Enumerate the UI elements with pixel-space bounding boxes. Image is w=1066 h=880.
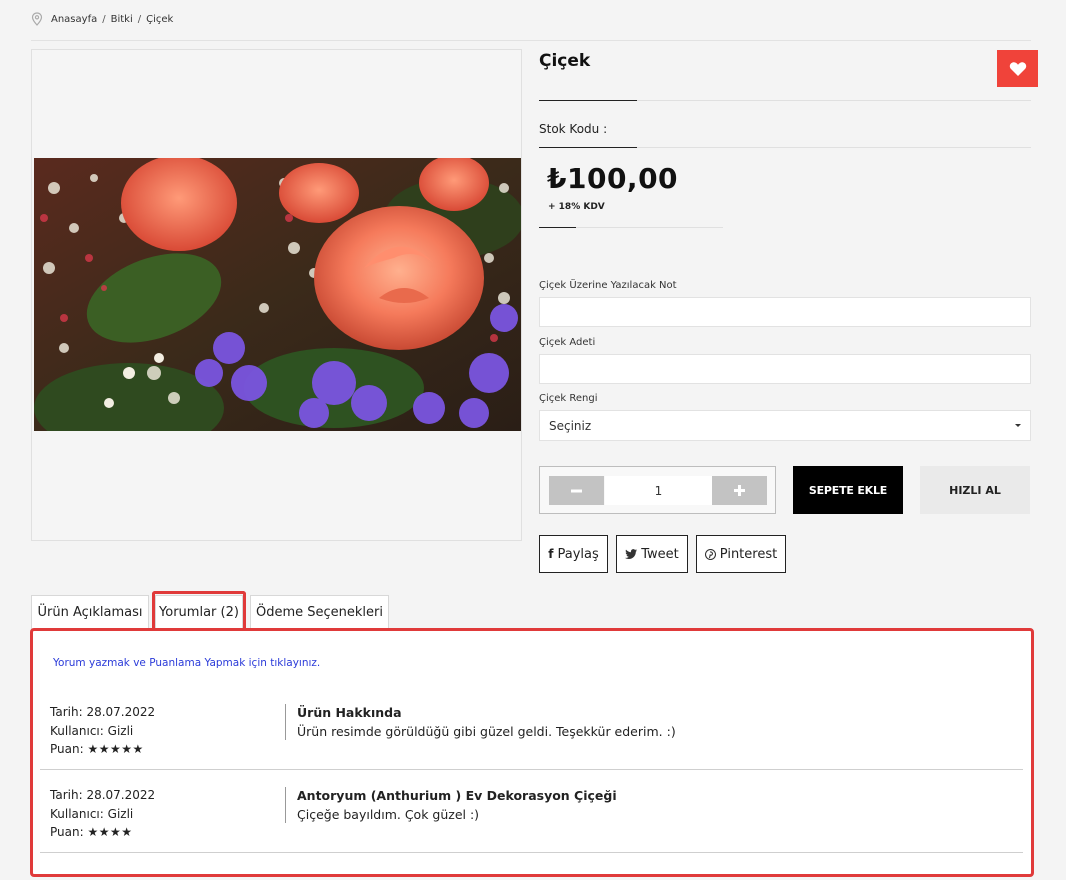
divider [539,227,576,228]
color-select[interactable]: Seçiniz [539,410,1031,441]
review-title: Antoryum (Anthurium ) Ev Dekorasyon Çiçe… [297,788,617,803]
breadcrumb-category[interactable]: Bitki [111,14,133,25]
add-to-cart-button[interactable]: SEPETE EKLE [793,466,903,514]
count-field[interactable] [539,354,1031,384]
write-review-link[interactable]: Yorum yazmak ve Puanlama Yapmak için tık… [53,657,320,669]
review-body: Antoryum (Anthurium ) Ev Dekorasyon Çiçe… [297,786,617,824]
tab-payment-options[interactable]: Ödeme Seçenekleri [250,595,389,629]
decrease-quantity-button[interactable] [549,476,604,505]
divider [637,147,1031,148]
minus-icon [571,489,582,492]
review-date-label: Tarih: [50,788,83,802]
color-select-value: Seçiniz [549,418,592,433]
review-user: Gizli [107,806,134,821]
heart-icon [1009,61,1026,76]
divider [539,147,637,148]
review-item: Tarih: 28.07.2022 Kullanıcı: Gizli Puan:… [40,784,1023,854]
twitter-share-button[interactable]: Tweet [616,535,688,573]
review-date-label: Tarih: [50,705,83,719]
review-body: Ürün Hakkında Ürün resimde görüldüğü gib… [297,703,676,741]
pinterest-icon [704,548,716,560]
twitter-share-label: Tweet [641,546,679,562]
reviews-panel: Yorum yazmak ve Puanlama Yapmak için tık… [30,628,1034,877]
twitter-icon [625,549,638,559]
pinterest-share-label: Pinterest [719,546,778,562]
divider [637,100,1031,101]
review-item: Tarih: 28.07.2022 Kullanıcı: Gizli Puan:… [40,701,1023,771]
divider [31,40,1031,41]
facebook-icon: f [548,547,554,561]
review-title: Ürün Hakkında [297,705,402,720]
review-rating-label: Puan: [50,825,84,839]
facebook-share-button[interactable]: f Paylaş [539,535,608,573]
breadcrumb: Anasayfa / Bitki / Çiçek [31,12,173,26]
review-meta: Tarih: 28.07.2022 Kullanıcı: Gizli Puan:… [50,786,155,842]
location-pin-icon [31,12,43,26]
chevron-down-icon [1015,424,1021,427]
product-title: Çiçek [539,51,591,71]
star-rating: ★★★★ [87,825,133,839]
divider [40,769,1023,770]
breadcrumb-home[interactable]: Anasayfa [51,14,97,25]
review-user: Gizli [107,723,134,738]
increase-quantity-button[interactable] [712,476,767,505]
quantity-stepper: 1 [539,466,776,514]
note-field[interactable] [539,297,1031,327]
divider [285,704,286,740]
quick-buy-button[interactable]: HIZLI AL [920,466,1030,514]
tab-product-description[interactable]: Ürün Açıklaması [31,595,149,629]
product-image[interactable] [34,158,521,431]
quantity-value[interactable]: 1 [605,476,712,505]
divider [40,852,1023,853]
star-rating: ★★★★★ [87,742,144,756]
breadcrumb-separator: / [137,13,142,25]
active-tab-highlight [152,591,246,631]
review-meta: Tarih: 28.07.2022 Kullanıcı: Gizli Puan:… [50,703,155,759]
count-field-label: Çiçek Adeti [539,337,596,348]
breadcrumb-separator: / [102,13,106,25]
stock-code-label: Stok Kodu : [539,122,608,136]
review-date: 28.07.2022 [86,705,156,719]
product-image-frame [31,49,522,541]
review-user-label: Kullanıcı: [50,806,104,821]
plus-icon [734,485,745,496]
review-rating-label: Puan: [50,742,84,756]
pinterest-share-button[interactable]: Pinterest [696,535,786,573]
breadcrumb-current: Çiçek [146,13,174,25]
review-text: Çiçeğe bayıldım. Çok güzel :) [297,807,480,822]
favorite-button[interactable] [997,50,1038,87]
product-price: ₺100,00 [547,162,679,195]
review-text: Ürün resimde görüldüğü gibi güzel geldi.… [297,724,676,739]
color-select-label: Çiçek Rengi [539,393,598,404]
review-date: 28.07.2022 [86,788,156,802]
facebook-share-label: Paylaş [557,546,599,562]
divider [539,100,637,101]
review-user-label: Kullanıcı: [50,723,104,738]
note-field-label: Çiçek Üzerine Yazılacak Not [539,280,677,291]
divider [576,227,723,228]
tax-note: + 18% KDV [548,202,605,212]
divider [285,787,286,823]
